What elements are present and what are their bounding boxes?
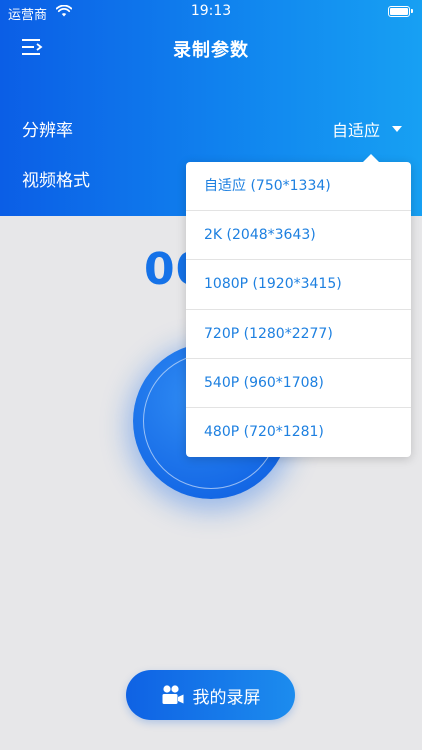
video-camera-icon [162,685,183,704]
resolution-select[interactable]: 自适应 [332,117,402,141]
status-bar: 运营商 19:13 [0,0,422,24]
resolution-option[interactable]: 1080P (1920*3415) [186,260,411,310]
battery-icon [388,6,413,17]
resolution-value: 自适应 [331,121,380,140]
resolution-option[interactable]: 540P (960*1708) [186,359,411,408]
status-time: 19:13 [190,3,232,19]
my-recordings-button[interactable]: 我的录屏 [126,670,295,720]
page-title: 录制参数 [173,40,249,61]
resolution-option[interactable]: 480P (720*1281) [186,408,411,457]
video-format-label[interactable]: 视频格式 [22,166,90,191]
my-recordings-label: 我的录屏 [192,687,261,708]
resolution-dropdown: 自适应 (750*1334) 2K (2048*3643) 1080P (192… [186,154,411,457]
caret-down-icon [392,126,402,132]
resolution-label: 分辨率 [22,121,73,141]
resolution-option[interactable]: 720P (1280*2277) [186,310,411,359]
resolution-option[interactable]: 2K (2048*3643) [186,211,411,261]
resolution-option[interactable]: 自适应 (750*1334) [186,162,411,212]
